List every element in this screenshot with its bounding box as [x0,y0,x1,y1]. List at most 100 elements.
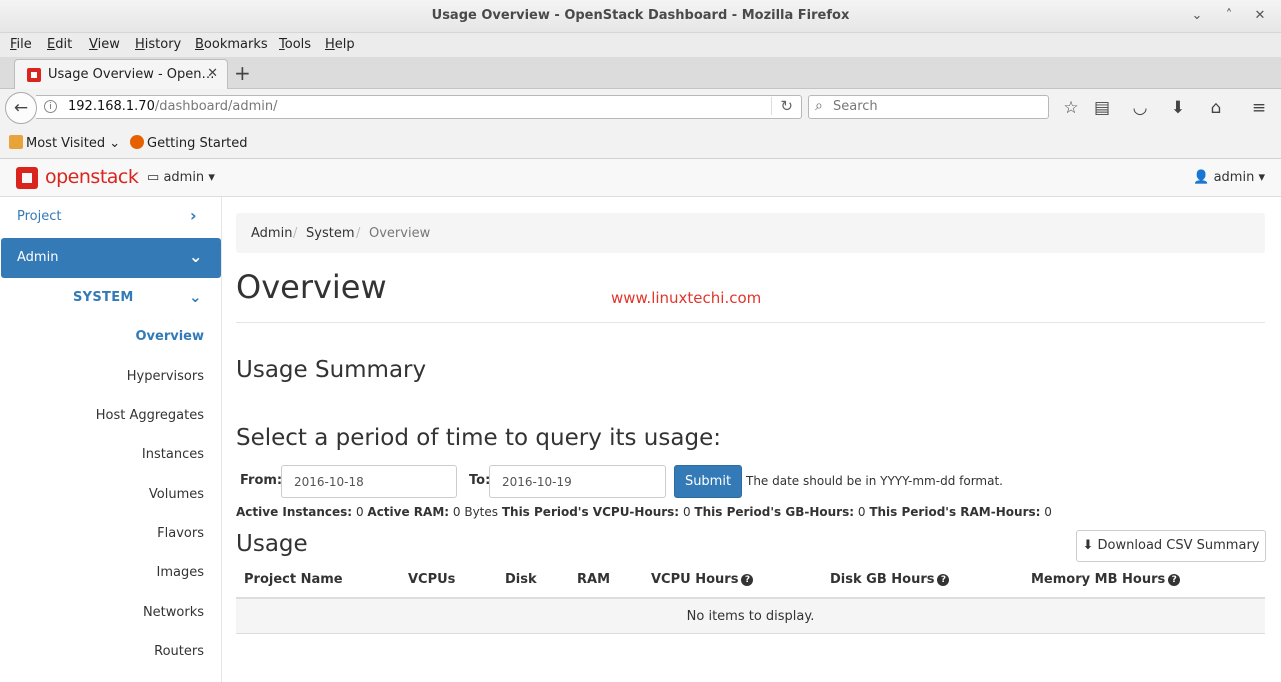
new-tab-icon[interactable]: + [234,61,251,85]
help-icon[interactable]: ? [1168,574,1181,586]
menu-help[interactable]: Help [325,37,355,52]
usage-summary-heading: Usage Summary [236,357,427,383]
sidebar-item-instances[interactable]: Instances [142,447,204,462]
url-text[interactable]: 192.168.1.70/dashboard/admin/ [68,99,278,114]
menu-history[interactable]: History [135,37,181,52]
openstack-header: openstack ▭ admin ▾ 👤 admin ▾ [0,159,1281,197]
pocket-icon[interactable]: ◡ [1129,97,1151,119]
hamburger-menu-icon[interactable]: ≡ [1248,97,1270,119]
sidebar-item-networks[interactable]: Networks [143,605,204,620]
openstack-logo-icon [16,167,38,189]
caret-down-icon: ▾ [1258,170,1265,185]
user-menu[interactable]: 👤 admin ▾ [1193,170,1265,185]
downloads-icon[interactable]: ⬇ [1167,97,1189,119]
back-button[interactable]: ← [5,92,37,124]
sidebar-item-images[interactable]: Images [157,565,205,580]
help-icon[interactable]: ? [937,574,950,586]
sidebar-item-project[interactable]: Project › [0,197,221,237]
search-bar[interactable]: ⌕ [808,95,1049,119]
bookmark-getting-started-label: Getting Started [147,136,248,151]
back-arrow-icon: ← [13,98,29,118]
sidebar-group-system[interactable]: SYSTEM ⌄ [0,285,221,311]
bookmarks-toolbar: Most Visited ⌄ Getting Started [0,127,1281,159]
sidebar-item-volumes[interactable]: Volumes [149,487,204,502]
column-vcpu-hours[interactable]: VCPU Hours? [651,572,754,587]
menu-tools[interactable]: Tools [279,37,311,52]
download-csv-button[interactable]: ⬇ Download CSV Summary [1076,530,1266,562]
bookmark-star-icon[interactable]: ☆ [1060,97,1082,119]
stat-ram-hours: 0 [1044,505,1052,519]
stat-active-instances-label: Active Instances: [236,505,353,519]
home-icon[interactable]: ⌂ [1205,97,1227,119]
chevron-down-icon: ⌄ [109,136,121,151]
info-icon[interactable]: i [44,100,57,113]
project-selector-label: admin [163,170,205,185]
sidebar-item-hypervisors[interactable]: Hypervisors [127,369,204,384]
usage-heading: Usage [236,531,308,557]
download-csv-label: Download CSV Summary [1097,538,1260,553]
sidebar-item-host-aggregates[interactable]: Host Aggregates [96,408,204,423]
close-window-icon[interactable]: ✕ [1251,7,1269,25]
breadcrumb-separator: / [293,226,298,241]
breadcrumb-admin[interactable]: Admin [251,226,292,241]
stat-active-instances: 0 [355,505,364,519]
period-heading: Select a period of time to query its usa… [236,425,721,451]
chevron-down-icon: ⌄ [189,288,202,306]
menu-edit[interactable]: Edit [47,37,72,52]
bookmark-most-visited[interactable]: Most Visited ⌄ [9,135,120,151]
user-menu-label: admin [1213,170,1255,185]
divider [236,322,1265,323]
download-icon: ⬇ [1082,538,1094,553]
bookmark-most-visited-label: Most Visited [26,136,106,151]
tab-label: Usage Overview - Open… [48,67,215,82]
openstack-favicon-icon [27,68,41,82]
sidebar-item-routers[interactable]: Routers [154,644,204,659]
column-vcpus[interactable]: VCPUs [408,572,455,587]
chevron-right-icon: › [190,206,197,225]
usage-stats: Active Instances: 0 Active RAM: 0 Bytes … [236,505,1052,519]
column-memory-mb-hours[interactable]: Memory MB Hours? [1031,572,1181,587]
from-date-input[interactable] [281,465,457,498]
project-selector[interactable]: ▭ admin ▾ [147,170,215,185]
column-ram[interactable]: RAM [577,572,610,587]
search-icon: ⌕ [815,98,823,114]
bookmark-getting-started[interactable]: Getting Started [130,135,248,151]
menu-bookmarks[interactable]: Bookmarks [195,37,268,52]
sidebar-item-overview[interactable]: Overview [135,329,204,344]
to-label: To: [469,473,491,488]
to-date-input[interactable] [489,465,666,498]
browser-tab[interactable]: Usage Overview - Open… ✕ [14,59,228,90]
column-disk-gb-hours[interactable]: Disk GB Hours? [830,572,950,587]
maximize-icon[interactable]: ˄ [1220,7,1238,25]
column-disk[interactable]: Disk [505,572,537,587]
stat-vcpu-hours: 0 [682,505,691,519]
sidebar-system-label: SYSTEM [73,290,134,305]
sidebar-item-flavors[interactable]: Flavors [157,526,204,541]
reload-icon[interactable]: ↻ [771,97,793,115]
sidebar: Project › Admin ⌄ SYSTEM ⌄ Overview Hype… [0,197,222,682]
caret-down-icon: ▾ [208,170,215,185]
tab-close-icon[interactable]: ✕ [207,66,218,81]
url-path: /dashboard/admin/ [154,99,278,114]
window-title: Usage Overview - OpenStack Dashboard - M… [431,8,850,23]
reading-list-icon[interactable]: ▤ [1091,97,1113,119]
menu-view[interactable]: View [89,37,120,52]
column-project-name[interactable]: Project Name [244,572,343,587]
submit-button[interactable]: Submit [674,465,742,498]
menu-bar: File Edit View History Bookmarks Tools H… [0,33,1281,57]
stat-active-ram-label: Active RAM: [367,505,450,519]
sidebar-item-admin[interactable]: Admin ⌄ [1,238,221,278]
stat-vcpu-hours-label: This Period's VCPU-Hours: [501,505,680,519]
breadcrumb-system[interactable]: System [306,226,354,241]
navigation-bar: i 192.168.1.70/dashboard/admin/ ↻ ← ⌕ ☆ … [0,89,1281,127]
table-empty-row: No items to display. [236,599,1265,634]
url-bar[interactable]: i 192.168.1.70/dashboard/admin/ ↻ [36,95,802,119]
watermark: www.linuxtechi.com [611,289,762,307]
column-disk-gb-hours-label: Disk GB Hours [830,572,935,587]
menu-file[interactable]: File [10,37,32,52]
help-icon[interactable]: ? [741,574,754,586]
from-label: From: [240,473,283,488]
stat-active-ram: 0 Bytes [452,505,499,519]
minimize-icon[interactable]: ⌄ [1188,7,1206,25]
search-input[interactable] [833,99,1043,114]
